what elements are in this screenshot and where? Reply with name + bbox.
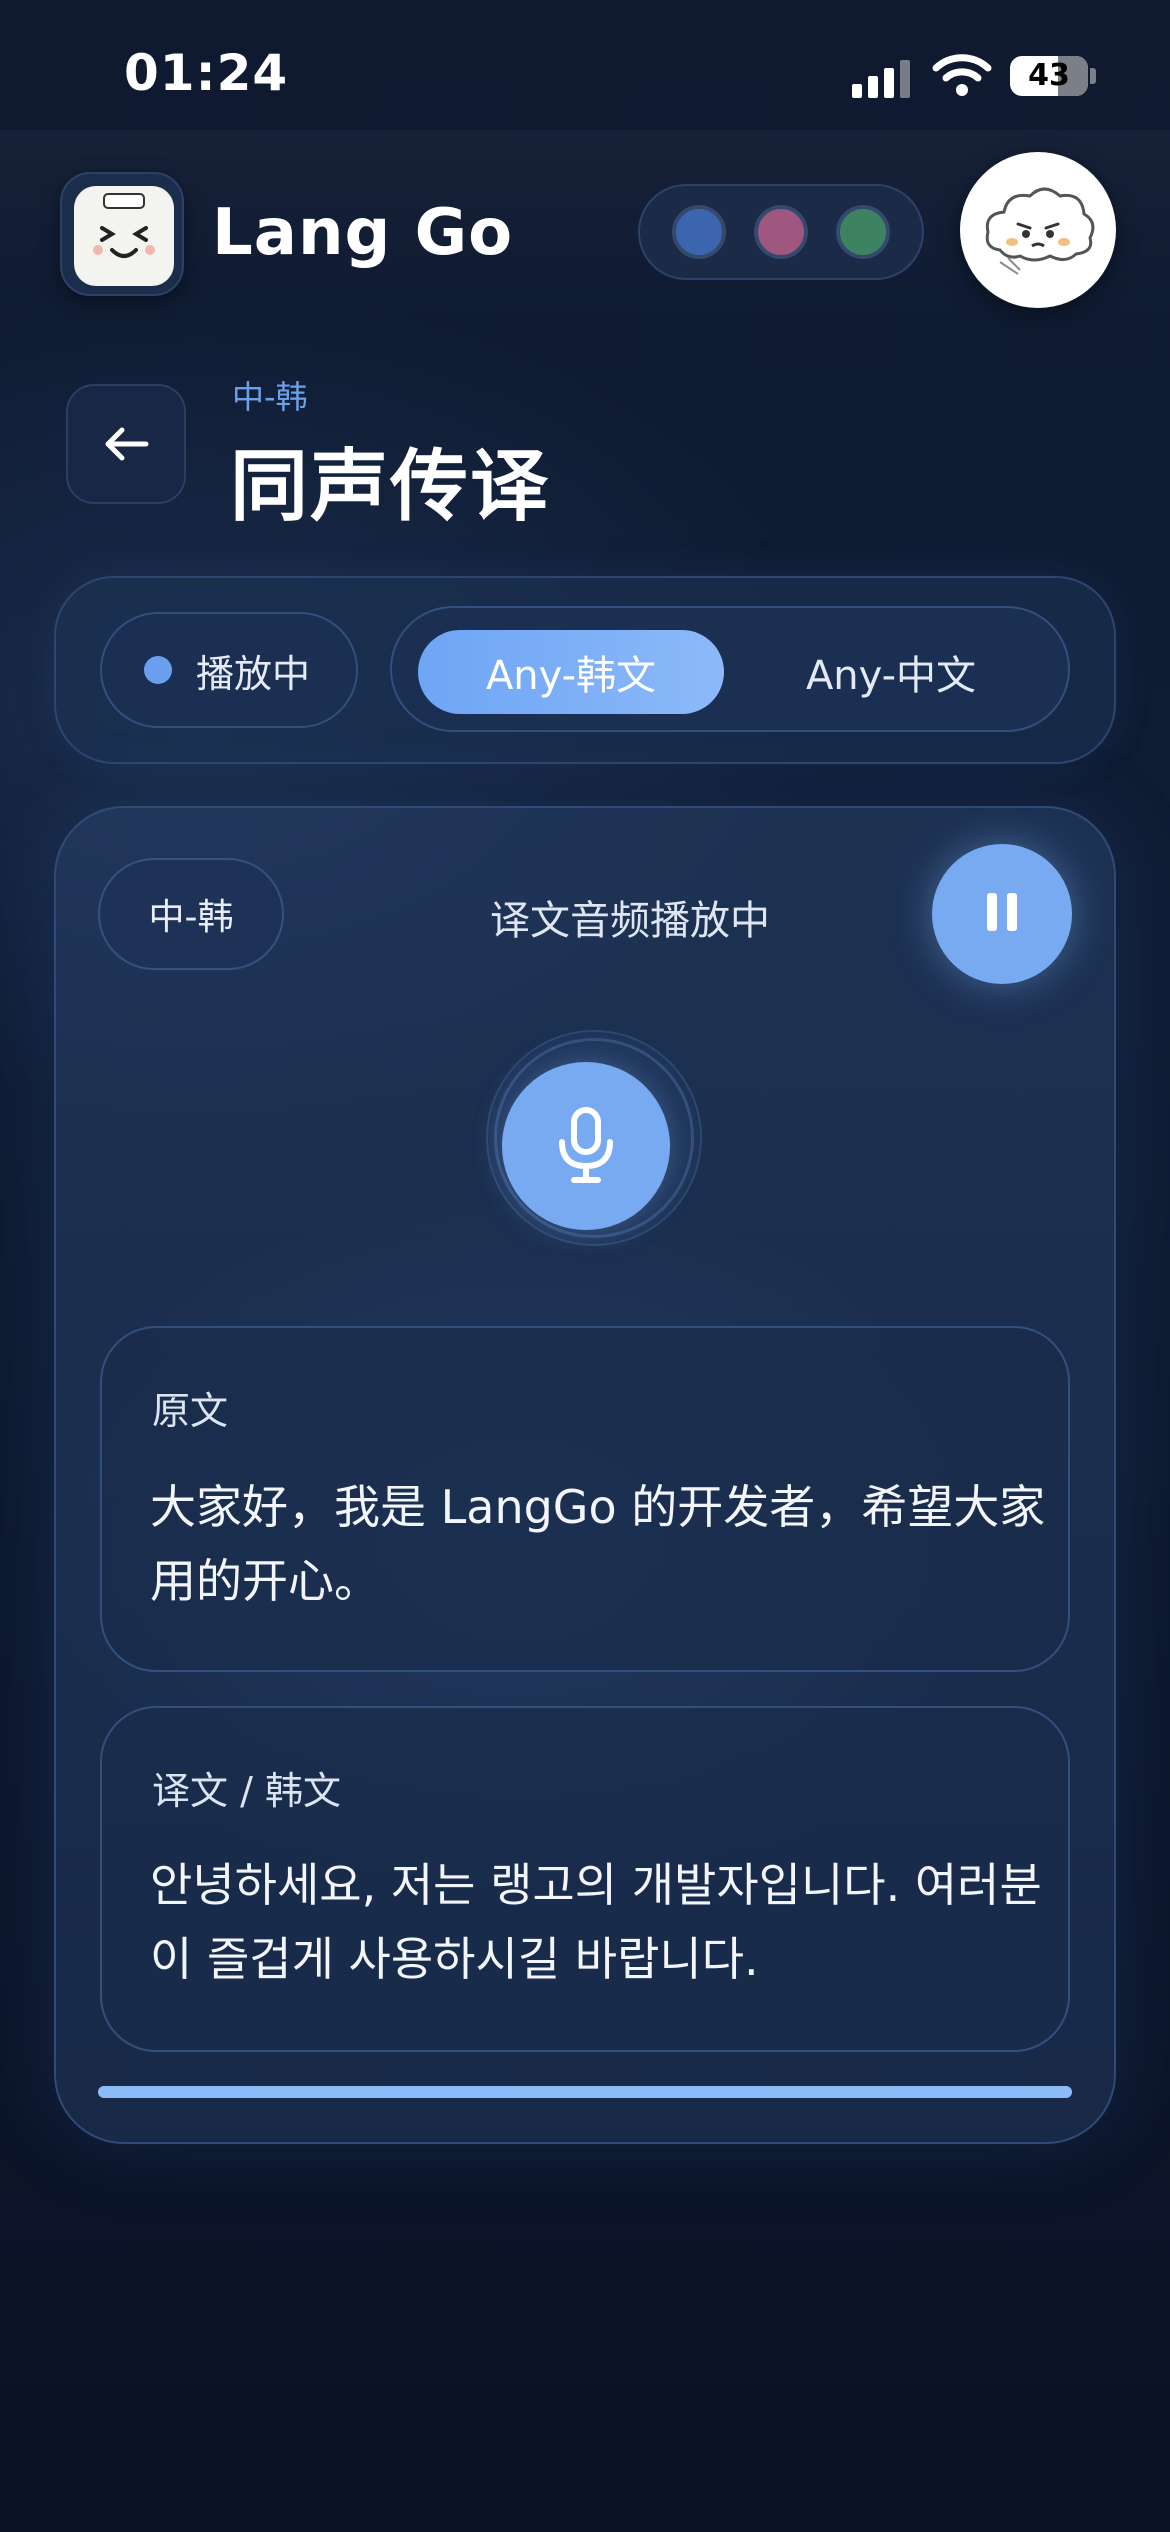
- microphone-icon: [559, 1107, 613, 1183]
- breadcrumb: 中-韩: [232, 378, 308, 416]
- status-indicator-dot: [144, 656, 172, 684]
- source-text: 大家好，我是 LangGo 的开发者，希望大家用的开心。: [150, 1480, 1046, 1608]
- session-status-text: 译文音频播放中: [490, 898, 770, 944]
- microphone-button[interactable]: [502, 1062, 670, 1230]
- battery-level: 43: [1028, 58, 1070, 93]
- back-button[interactable]: [66, 384, 186, 504]
- app-logo[interactable]: [60, 172, 184, 296]
- wifi-icon: [932, 54, 992, 96]
- theme-dot-green[interactable]: [836, 205, 890, 259]
- cloud-mascot-icon: [985, 187, 1095, 275]
- translation-text: 안녕하세요, 저는 랭고의 개발자입니다. 여러분이 즐겁게 사용하시길 바랍니…: [150, 1858, 1042, 1986]
- battery-tip: [1090, 68, 1096, 84]
- language-pair-pill[interactable]: 中-韩: [98, 858, 284, 970]
- mode-tab-any-chinese[interactable]: Any-中文: [736, 630, 1046, 714]
- theme-color-switcher: [638, 184, 924, 280]
- app-title: Lang Go: [212, 196, 514, 270]
- status-label: 播放中: [196, 651, 311, 696]
- playback-status-pill: 播放中: [100, 612, 358, 728]
- source-label: 原文: [152, 1389, 229, 1433]
- pause-icon: [982, 893, 1022, 935]
- playback-progress-fill: [98, 2086, 1072, 2098]
- pause-button[interactable]: [932, 844, 1072, 984]
- cellular-signal-icon: [852, 58, 914, 98]
- smiley-logo-icon: [93, 193, 155, 258]
- theme-dot-rose[interactable]: [754, 205, 808, 259]
- avatar[interactable]: [960, 152, 1116, 308]
- translation-label: 译文 / 韩文: [152, 1769, 341, 1813]
- theme-dot-blue[interactable]: [672, 205, 726, 259]
- mode-tab-any-korean[interactable]: Any-韩文: [418, 630, 724, 714]
- playback-progress-bar: [98, 2086, 1072, 2098]
- page-title: 同声传译: [230, 442, 551, 532]
- battery-icon: 43: [1010, 56, 1088, 96]
- status-time: 01:24: [124, 44, 289, 102]
- arrow-left-icon: [105, 427, 149, 461]
